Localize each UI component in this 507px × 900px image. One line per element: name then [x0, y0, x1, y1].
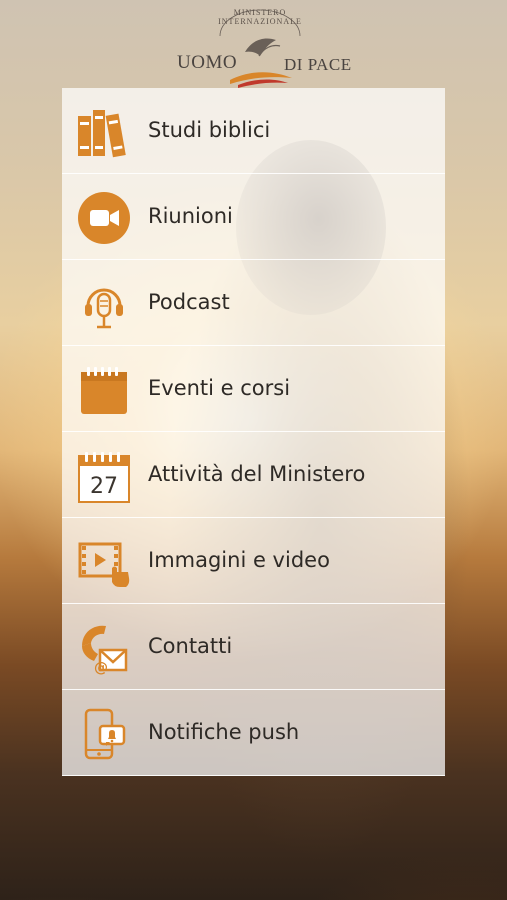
menu-panel: Studi biblici Riunioni Podcast Eventi e …: [62, 88, 445, 776]
calendar-day-icon: 27: [78, 452, 130, 503]
calendar-icon: [81, 367, 127, 414]
menu-item-studi-biblici[interactable]: Studi biblici: [62, 88, 445, 174]
menu-item-label: Attività del Ministero: [148, 462, 366, 486]
logo-text-right: DI PACE: [284, 55, 352, 74]
menu-item-immagini-e-video[interactable]: Immagini e video: [62, 518, 445, 604]
calendar-day-number: 27: [90, 474, 118, 499]
books-icon: [78, 110, 126, 158]
menu-item-attivita-del-ministero[interactable]: 27 Attività del Ministero: [62, 432, 445, 518]
svg-text:@: @: [94, 660, 108, 676]
menu-item-notifiche-push[interactable]: Notifiche push: [62, 690, 445, 776]
menu-item-label: Immagini e video: [148, 548, 330, 572]
logo-arc-text: MINISTERO INTERNAZIONALE: [218, 8, 302, 26]
menu-item-riunioni[interactable]: Riunioni: [62, 174, 445, 260]
menu-item-label: Contatti: [148, 634, 233, 658]
menu-item-eventi-e-corsi[interactable]: Eventi e corsi: [62, 346, 445, 432]
menu-item-label: Notifiche push: [148, 720, 300, 744]
headset-microphone-icon: [85, 288, 123, 329]
phone-bell-icon: [84, 708, 126, 760]
logo-text-left: UOMO: [177, 52, 238, 73]
phone-email-icon: @: [82, 625, 128, 676]
menu-item-label: Podcast: [148, 290, 230, 314]
menu-item-label: Studi biblici: [148, 118, 271, 142]
video-camera-icon: [78, 192, 130, 244]
media-tap-icon: [78, 542, 130, 587]
menu-item-contatti[interactable]: @ Contatti: [62, 604, 445, 690]
menu-item-label: Riunioni: [148, 204, 233, 228]
menu-item-podcast[interactable]: Podcast: [62, 260, 445, 346]
ministry-logo: MINISTERO INTERNAZIONALE UOMO DI PACE: [160, 6, 360, 88]
menu-item-label: Eventi e corsi: [148, 376, 291, 400]
